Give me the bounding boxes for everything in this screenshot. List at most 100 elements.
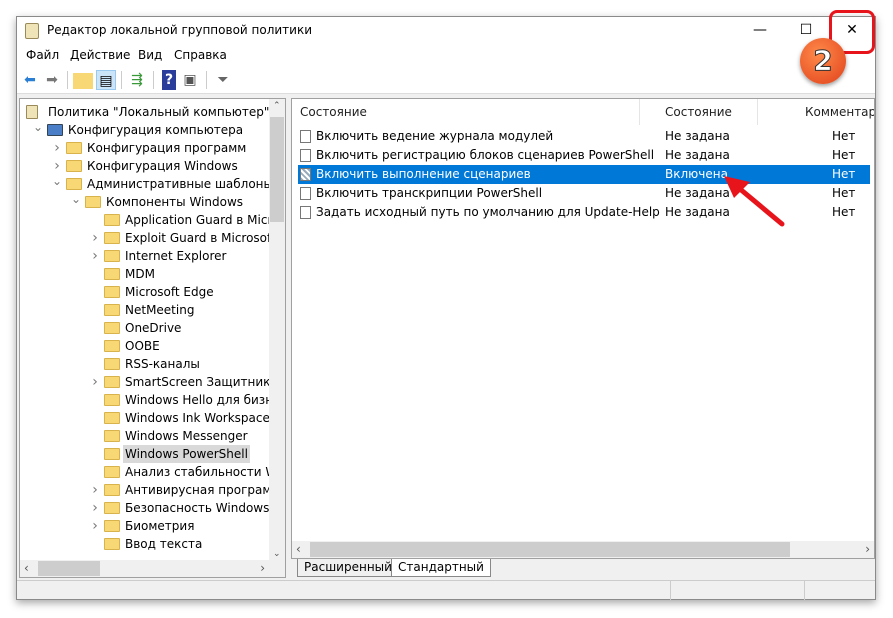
tree-vertical-scrollbar[interactable]: ⌃ ⌄ (269, 99, 285, 561)
tree-item[interactable]: › Биометрия (20, 517, 270, 535)
up-folder-icon[interactable] (73, 73, 93, 89)
scroll-right-icon[interactable]: › (260, 561, 265, 575)
tree-item-label: Windows Hello для бизнеса (125, 393, 286, 407)
tree-item[interactable]: ⌄ Компоненты Windows (20, 192, 270, 211)
chevron-right-icon[interactable]: › (89, 373, 101, 391)
chevron-right-icon[interactable]: › (51, 139, 63, 157)
tree-horizontal-scrollbar[interactable]: ‹ › (20, 560, 285, 577)
column-header-setting[interactable]: Состояние (300, 99, 367, 125)
tree-item[interactable]: Windows Messenger (20, 427, 270, 445)
menu-file[interactable]: Файл (26, 48, 59, 62)
policy-scroll-icon (26, 105, 38, 119)
tree-item[interactable]: › Internet Explorer (20, 247, 270, 265)
policy-row[interactable]: Включить ведение журнала модулей Не задан… (298, 127, 870, 146)
tree-item-label: Конфигурация программ (87, 141, 247, 155)
tree-item[interactable]: ⌄ Административные шаблоны (20, 174, 273, 193)
tree-item-label: Microsoft Edge (125, 285, 214, 299)
folder-icon (104, 376, 120, 388)
minimize-button[interactable]: — (737, 17, 783, 45)
tree-item[interactable]: › Exploit Guard в Microsoft Defender (20, 229, 285, 247)
tree-item[interactable]: Анализ стабильности Windows (20, 463, 285, 481)
tree-vscroll-thumb[interactable] (270, 117, 284, 222)
tree-item[interactable]: › Антивирусная программа Microsoft Defend… (20, 481, 285, 499)
policy-list: Состояние Состояние Комментарий ‹ › Вклю… (291, 98, 875, 559)
tree-item[interactable]: Windows Ink Workspace (20, 409, 270, 427)
policy-setting-icon (300, 168, 311, 181)
show-hide-tree-icon[interactable]: ▤ (96, 70, 116, 90)
toolbar-separator (153, 71, 154, 89)
menu-view[interactable]: Вид (138, 48, 162, 62)
policy-name: Включить регистрацию блоков сценариев Po… (316, 148, 655, 162)
export-list-icon[interactable]: ⇶ (127, 70, 147, 90)
chevron-right-icon[interactable]: › (89, 229, 101, 247)
tree-item[interactable]: Microsoft Edge (20, 283, 270, 301)
tree-item-label: Windows Messenger (125, 429, 248, 443)
step-badge: 2 (800, 38, 846, 84)
policy-setting-icon (300, 187, 311, 200)
policy-comment: Нет (832, 148, 856, 162)
tree-item[interactable]: NetMeeting (20, 301, 270, 319)
scroll-left-icon[interactable]: ‹ (24, 561, 29, 575)
gpedit-window: Редактор локальной групповой политики — … (16, 16, 876, 600)
policy-state: Включена (665, 167, 728, 181)
scroll-right-icon[interactable]: › (865, 542, 870, 556)
policy-name: Включить ведение журнала модулей (316, 129, 554, 143)
menu-bar: Файл Действие Вид Справка (17, 45, 875, 66)
chevron-right-icon[interactable]: › (51, 157, 63, 175)
scroll-up-icon[interactable]: ⌃ (273, 101, 281, 111)
policy-comment: Нет (832, 167, 856, 181)
tree-item[interactable]: Application Guard в Microsoft Defender (20, 211, 285, 229)
folder-icon (66, 178, 82, 190)
tree-item[interactable]: › SmartScreen Защитника Windows (20, 373, 285, 391)
console-tree: Ввод текста › Биометрия › Безопасность Windo… (19, 98, 286, 578)
toolbar-separator (121, 71, 122, 89)
properties-pane-icon[interactable]: ▣ (180, 70, 200, 90)
tree-hscroll-thumb[interactable] (38, 561, 100, 576)
menu-action[interactable]: Действие (70, 48, 130, 62)
column-header-comment[interactable]: Комментарий (805, 99, 874, 125)
tree-item[interactable]: Windows PowerShell (20, 445, 270, 463)
chevron-right-icon[interactable]: › (89, 481, 101, 499)
list-hscroll-thumb[interactable] (310, 542, 790, 557)
tree-item[interactable]: RSS-каналы (20, 355, 270, 373)
scroll-left-icon[interactable]: ‹ (296, 542, 301, 556)
tree-item[interactable]: › Конфигурация программ (20, 139, 270, 157)
tab-extended[interactable]: Расширенный (297, 559, 399, 577)
policy-row[interactable]: Включить регистрацию блоков сценариев Po… (298, 146, 870, 165)
folder-icon (66, 160, 82, 172)
column-header-state[interactable]: Состояние (665, 99, 732, 125)
red-arrow-annotation (724, 176, 785, 227)
list-horizontal-scrollbar[interactable]: ‹ › (292, 541, 874, 558)
chevron-right-icon[interactable]: › (89, 517, 101, 535)
help-icon[interactable]: ? (162, 70, 176, 90)
filter-icon[interactable]: ⏷ (213, 70, 233, 90)
tree-item-label: Конфигурация Windows (87, 159, 238, 173)
tab-standard[interactable]: Стандартный (391, 559, 491, 577)
policy-name: Задать исходный путь по умолчанию для Up… (316, 205, 660, 219)
tree-item[interactable]: OOBE (20, 337, 270, 355)
toolbar: ⬅ ➡ ▤ ⇶ ? ▣ ⏷ (17, 66, 875, 94)
tree-item[interactable]: › Безопасность Windows (20, 499, 270, 517)
tree-item[interactable]: Политика "Локальный компьютер" (20, 103, 270, 121)
folder-icon (104, 448, 120, 460)
back-icon[interactable]: ⬅ (20, 70, 40, 90)
tree-item[interactable]: Ввод текста (20, 535, 270, 553)
column-divider (757, 99, 758, 125)
tree-item-label: NetMeeting (125, 303, 195, 317)
tree-item-label: Конфигурация компьютера (68, 123, 244, 137)
view-tabs: Расширенный Стандартный (291, 559, 875, 579)
tree-item[interactable]: ⌄ Конфигурация компьютера (20, 120, 270, 139)
tree-item[interactable]: › Конфигурация Windows (20, 157, 270, 175)
tree-item-label: Политика "Локальный компьютер" (48, 105, 270, 119)
forward-icon[interactable]: ➡ (42, 70, 62, 90)
chevron-right-icon[interactable]: › (89, 499, 101, 517)
tree-item[interactable]: Windows Hello для бизнеса (20, 391, 285, 409)
scroll-down-icon[interactable]: ⌄ (273, 549, 281, 559)
tree-item[interactable]: MDM (20, 265, 270, 283)
folder-icon (104, 340, 120, 352)
menu-help[interactable]: Справка (174, 48, 227, 62)
policy-setting-icon (300, 130, 311, 143)
tree-item[interactable]: OneDrive (20, 319, 270, 337)
window-title: Редактор локальной групповой политики (47, 23, 313, 37)
chevron-right-icon[interactable]: › (89, 247, 101, 265)
